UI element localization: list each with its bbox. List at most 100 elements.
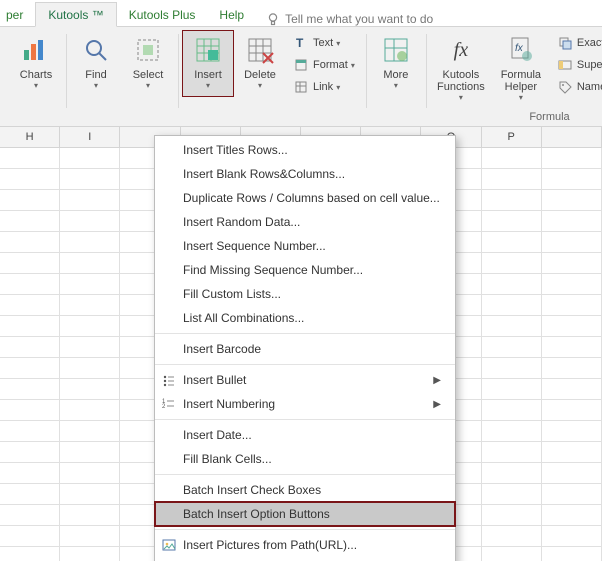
tab-developer[interactable]: per (0, 3, 35, 26)
cell[interactable] (60, 547, 120, 561)
cell[interactable] (60, 526, 120, 546)
cell[interactable] (482, 358, 542, 378)
menu-duplicate-rows[interactable]: Duplicate Rows / Columns based on cell v… (155, 186, 455, 210)
cell[interactable] (0, 190, 60, 210)
cell[interactable] (0, 253, 60, 273)
super-lookup-button[interactable]: Super LOOKUP▾ (553, 54, 602, 76)
cell[interactable] (0, 379, 60, 399)
menu-insert-blank[interactable]: Insert Blank Rows&Columns... (155, 162, 455, 186)
name-tools-button[interactable]: Name Tools▾ (553, 76, 602, 98)
charts-button[interactable]: Charts▾ (10, 30, 62, 97)
cell[interactable] (482, 316, 542, 336)
cell[interactable] (542, 421, 602, 441)
cell[interactable] (60, 211, 120, 231)
cell[interactable] (542, 190, 602, 210)
cell[interactable] (60, 232, 120, 252)
tab-kutools[interactable]: Kutools ™ (35, 2, 116, 27)
cell[interactable] (542, 463, 602, 483)
cell[interactable] (482, 484, 542, 504)
menu-checkboxes[interactable]: Batch Insert Check Boxes (155, 478, 455, 502)
cell[interactable] (60, 295, 120, 315)
cell[interactable] (542, 526, 602, 546)
cell[interactable] (542, 316, 602, 336)
cell[interactable] (482, 253, 542, 273)
cell[interactable] (482, 505, 542, 525)
cell[interactable] (542, 148, 602, 168)
cell[interactable] (0, 148, 60, 168)
cell[interactable] (0, 463, 60, 483)
cell[interactable] (0, 211, 60, 231)
cell[interactable] (542, 442, 602, 462)
menu-sequence-number[interactable]: Insert Sequence Number... (155, 234, 455, 258)
cell[interactable] (482, 526, 542, 546)
cell[interactable] (0, 232, 60, 252)
cell[interactable] (60, 463, 120, 483)
col-header[interactable]: H (0, 127, 60, 147)
cell[interactable] (482, 169, 542, 189)
cell[interactable] (482, 421, 542, 441)
cell[interactable] (542, 274, 602, 294)
cell[interactable] (60, 148, 120, 168)
cell[interactable] (482, 211, 542, 231)
cell[interactable] (542, 253, 602, 273)
cell[interactable] (0, 358, 60, 378)
cell[interactable] (60, 169, 120, 189)
delete-button[interactable]: Delete▾ (234, 30, 286, 97)
cell[interactable] (482, 295, 542, 315)
cell[interactable] (60, 400, 120, 420)
cell[interactable] (60, 358, 120, 378)
cell[interactable] (482, 337, 542, 357)
formula-helper-button[interactable]: fx Formula Helper▾ (492, 30, 550, 106)
cell[interactable] (0, 526, 60, 546)
cell[interactable] (60, 379, 120, 399)
menu-random-data[interactable]: Insert Random Data... (155, 210, 455, 234)
menu-barcode[interactable]: Insert Barcode (155, 337, 455, 361)
insert-button[interactable]: Insert▾ (182, 30, 234, 97)
cell[interactable] (542, 505, 602, 525)
cell[interactable] (0, 169, 60, 189)
cell[interactable] (0, 400, 60, 420)
cell[interactable] (60, 484, 120, 504)
menu-insert-titles-rows[interactable]: Insert Titles Rows... (155, 138, 455, 162)
menu-combinations[interactable]: List All Combinations... (155, 306, 455, 330)
cell[interactable] (482, 274, 542, 294)
tab-help[interactable]: Help (207, 3, 256, 26)
cell[interactable] (0, 295, 60, 315)
spreadsheet[interactable]: H I O P Insert Titles Rows... Insert Bla… (0, 127, 602, 561)
cell[interactable] (482, 400, 542, 420)
menu-missing-sequence[interactable]: Find Missing Sequence Number... (155, 258, 455, 282)
cell[interactable] (542, 547, 602, 561)
cell[interactable] (0, 547, 60, 561)
cell[interactable] (542, 358, 602, 378)
cell[interactable] (482, 547, 542, 561)
menu-insert-date[interactable]: Insert Date... (155, 423, 455, 447)
cell[interactable] (60, 421, 120, 441)
menu-fill-blank[interactable]: Fill Blank Cells... (155, 447, 455, 471)
col-header[interactable]: P (482, 127, 542, 147)
tell-me[interactable]: Tell me what you want to do (266, 12, 433, 26)
cell[interactable] (0, 421, 60, 441)
cell[interactable] (60, 274, 120, 294)
cell[interactable] (482, 232, 542, 252)
cell[interactable] (0, 484, 60, 504)
cell[interactable] (542, 211, 602, 231)
cell[interactable] (482, 442, 542, 462)
cell[interactable] (542, 400, 602, 420)
cell[interactable] (60, 190, 120, 210)
cell[interactable] (482, 379, 542, 399)
col-header[interactable] (542, 127, 602, 147)
cell[interactable] (60, 316, 120, 336)
cell[interactable] (482, 148, 542, 168)
menu-bullet[interactable]: Insert Bullet▶ (155, 368, 455, 392)
menu-fill-custom[interactable]: Fill Custom Lists... (155, 282, 455, 306)
cell[interactable] (542, 484, 602, 504)
menu-option-buttons[interactable]: Batch Insert Option Buttons (155, 502, 455, 526)
menu-pictures-url[interactable]: Insert Pictures from Path(URL)... (155, 533, 455, 557)
cell[interactable] (482, 190, 542, 210)
more-button[interactable]: More▾ (370, 30, 422, 97)
find-button[interactable]: Find▾ (70, 30, 122, 97)
cell[interactable] (60, 337, 120, 357)
link-button[interactable]: Link▾ (289, 76, 359, 98)
cell[interactable] (542, 232, 602, 252)
cell[interactable] (0, 316, 60, 336)
